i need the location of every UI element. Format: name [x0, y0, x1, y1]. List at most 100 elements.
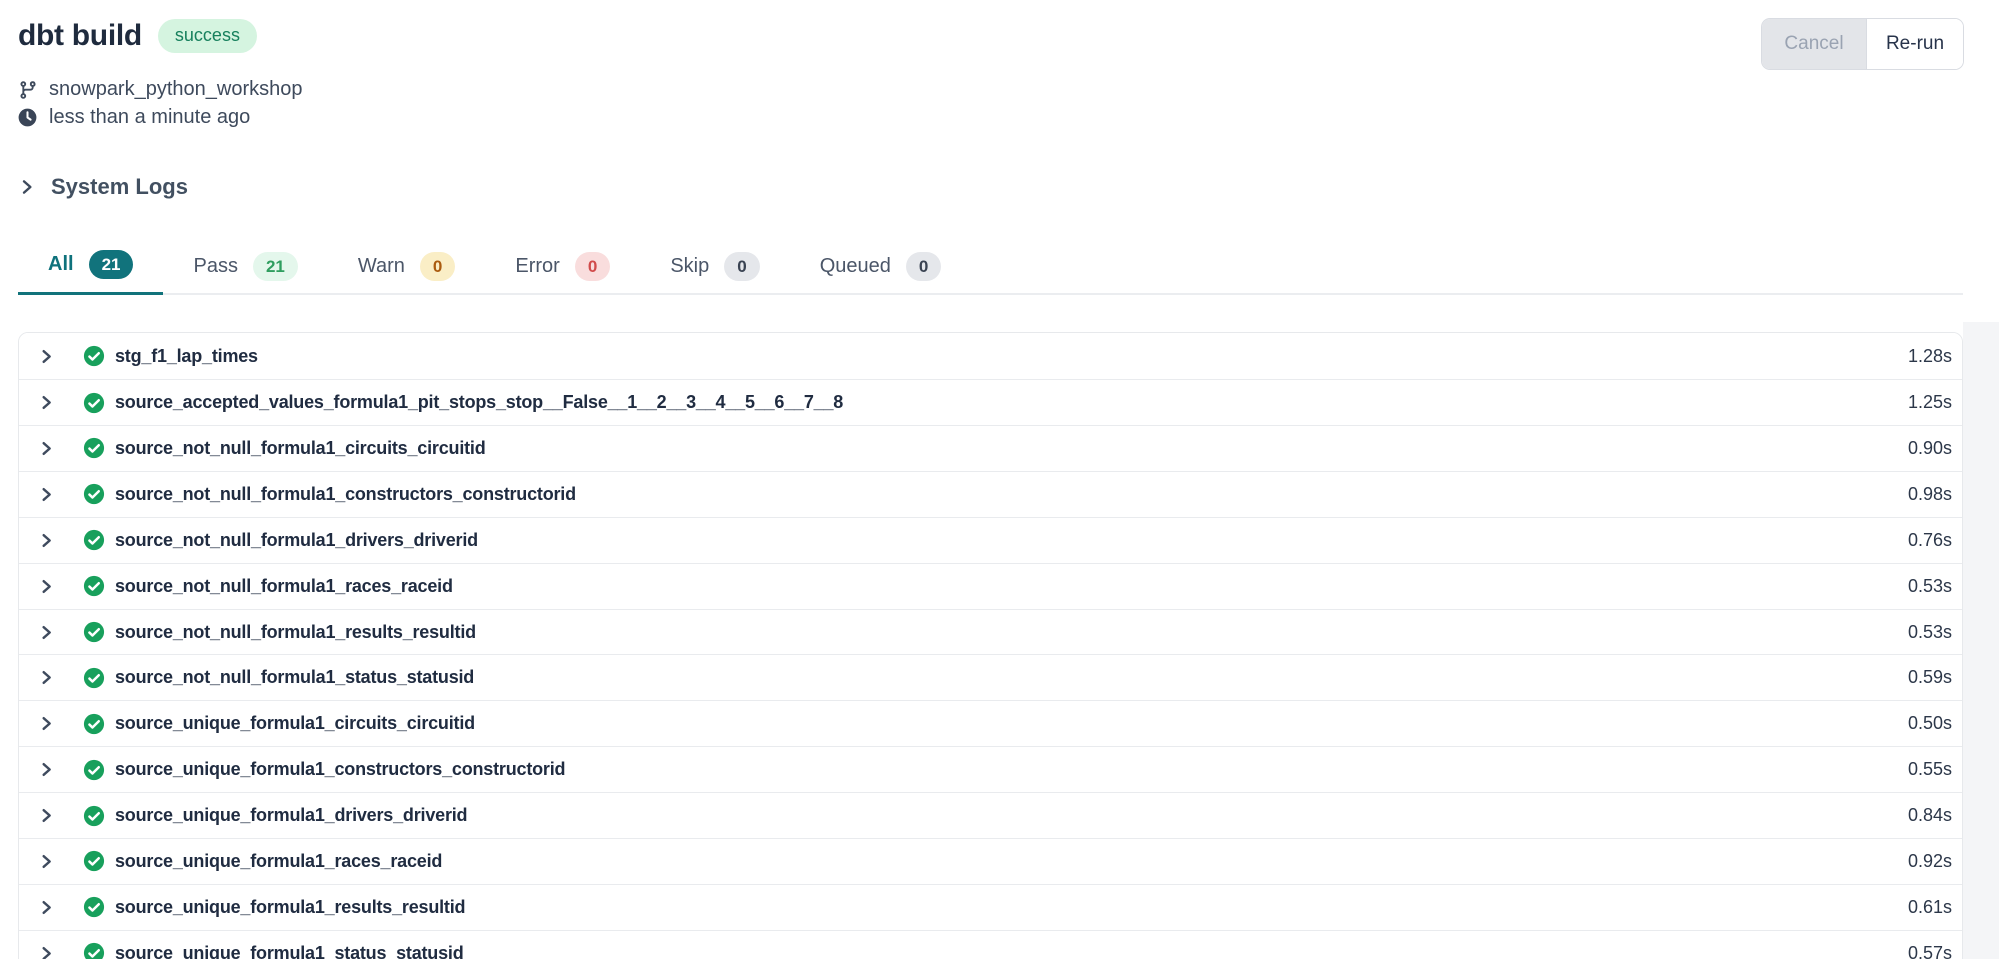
expand-chevron-icon[interactable]: [35, 713, 57, 735]
result-name: source_not_null_formula1_races_raceid: [115, 576, 453, 597]
status-tabs: All 21 Pass 21 Warn 0 Error 0 Skip 0 Que…: [18, 240, 1963, 295]
result-name: stg_f1_lap_times: [115, 346, 258, 367]
result-duration: 0.55s: [1908, 759, 1952, 780]
system-logs-toggle[interactable]: System Logs: [18, 174, 188, 200]
tab-pass[interactable]: Pass 21: [163, 240, 327, 295]
expand-chevron-icon[interactable]: [35, 345, 57, 367]
results-list: stg_f1_lap_times 1.28s source_accepted_v…: [18, 332, 1963, 959]
tab-error[interactable]: Error 0: [485, 240, 640, 295]
success-check-icon: [83, 942, 105, 959]
expand-chevron-icon[interactable]: [35, 667, 57, 689]
scrollbar-track: [1963, 322, 1999, 959]
success-check-icon: [83, 437, 105, 459]
success-check-icon: [83, 805, 105, 827]
expand-chevron-icon[interactable]: [35, 483, 57, 505]
result-name: source_not_null_formula1_status_statusid: [115, 667, 474, 688]
tab-skip[interactable]: Skip 0: [640, 240, 789, 295]
status-badge: success: [158, 19, 257, 53]
expand-chevron-icon[interactable]: [35, 850, 57, 872]
tab-error-label: Error: [515, 255, 559, 278]
time-ago: less than a minute ago: [49, 106, 250, 129]
tab-all[interactable]: All 21: [18, 240, 163, 295]
expand-chevron-icon[interactable]: [35, 437, 57, 459]
success-check-icon: [83, 713, 105, 735]
tab-queued-label: Queued: [820, 255, 891, 278]
run-header: dbt build success Cancel Re-run: [18, 0, 1963, 69]
rerun-button[interactable]: Re-run: [1866, 19, 1963, 69]
expand-chevron-icon[interactable]: [35, 896, 57, 918]
success-check-icon: [83, 621, 105, 643]
success-check-icon: [83, 529, 105, 551]
expand-chevron-icon[interactable]: [35, 529, 57, 551]
result-name: source_unique_formula1_constructors_cons…: [115, 759, 565, 780]
cancel-button[interactable]: Cancel: [1762, 19, 1866, 69]
tab-skip-count-badge: 0: [724, 252, 759, 281]
result-row[interactable]: source_not_null_formula1_results_resulti…: [19, 609, 1962, 655]
expand-chevron-icon[interactable]: [35, 805, 57, 827]
expand-chevron-icon[interactable]: [35, 575, 57, 597]
result-duration: 0.53s: [1908, 576, 1952, 597]
result-name: source_unique_formula1_circuits_circuiti…: [115, 713, 475, 734]
success-check-icon: [83, 850, 105, 872]
result-duration: 0.53s: [1908, 622, 1952, 643]
result-name: source_not_null_formula1_results_resulti…: [115, 622, 476, 643]
result-row[interactable]: source_unique_formula1_circuits_circuiti…: [19, 700, 1962, 746]
result-row[interactable]: source_unique_formula1_races_raceid 0.92…: [19, 838, 1962, 884]
clock-icon: [18, 108, 38, 128]
success-check-icon: [83, 483, 105, 505]
git-branch-icon: [18, 80, 38, 100]
result-row[interactable]: source_accepted_values_formula1_pit_stop…: [19, 379, 1962, 425]
result-row[interactable]: source_unique_formula1_results_resultid …: [19, 884, 1962, 930]
result-name: source_not_null_formula1_drivers_driveri…: [115, 530, 478, 551]
tab-pass-label: Pass: [193, 255, 237, 278]
system-logs-label: System Logs: [51, 174, 188, 200]
result-row[interactable]: source_not_null_formula1_drivers_driveri…: [19, 517, 1962, 563]
tab-all-label: All: [48, 253, 74, 276]
result-row[interactable]: source_unique_formula1_constructors_cons…: [19, 746, 1962, 792]
result-duration: 0.92s: [1908, 851, 1952, 872]
success-check-icon: [83, 392, 105, 414]
result-row[interactable]: stg_f1_lap_times 1.28s: [19, 333, 1962, 379]
result-duration: 0.50s: [1908, 713, 1952, 734]
success-check-icon: [83, 759, 105, 781]
result-duration: 0.84s: [1908, 805, 1952, 826]
result-name: source_accepted_values_formula1_pit_stop…: [115, 392, 843, 413]
tab-skip-label: Skip: [670, 255, 709, 278]
branch-row: snowpark_python_workshop: [18, 78, 1963, 101]
result-row[interactable]: source_unique_formula1_drivers_driverid …: [19, 792, 1962, 838]
result-name: source_not_null_formula1_constructors_co…: [115, 484, 576, 505]
expand-chevron-icon[interactable]: [35, 392, 57, 414]
result-row[interactable]: source_unique_formula1_status_statusid 0…: [19, 930, 1962, 959]
expand-chevron-icon[interactable]: [35, 621, 57, 643]
tab-warn[interactable]: Warn 0: [328, 240, 486, 295]
result-duration: 0.90s: [1908, 438, 1952, 459]
result-name: source_unique_formula1_status_statusid: [115, 943, 464, 959]
result-name: source_unique_formula1_drivers_driverid: [115, 805, 467, 826]
success-check-icon: [83, 667, 105, 689]
result-row[interactable]: source_not_null_formula1_circuits_circui…: [19, 425, 1962, 471]
result-duration: 0.61s: [1908, 897, 1952, 918]
chevron-right-icon: [18, 178, 36, 196]
tab-pass-count-badge: 21: [253, 252, 298, 281]
page-title: dbt build: [18, 19, 142, 53]
result-name: source_unique_formula1_races_raceid: [115, 851, 442, 872]
tab-warn-count-badge: 0: [420, 252, 455, 281]
tab-queued-count-badge: 0: [906, 252, 941, 281]
branch-name: snowpark_python_workshop: [49, 78, 303, 101]
tab-queued[interactable]: Queued 0: [790, 240, 972, 295]
result-duration: 0.76s: [1908, 530, 1952, 551]
result-row[interactable]: source_not_null_formula1_constructors_co…: [19, 471, 1962, 517]
result-duration: 0.98s: [1908, 484, 1952, 505]
success-check-icon: [83, 896, 105, 918]
result-duration: 0.57s: [1908, 943, 1952, 959]
success-check-icon: [83, 345, 105, 367]
result-duration: 0.59s: [1908, 667, 1952, 688]
result-row[interactable]: source_not_null_formula1_status_statusid…: [19, 654, 1962, 700]
result-name: source_unique_formula1_results_resultid: [115, 897, 465, 918]
expand-chevron-icon[interactable]: [35, 942, 57, 959]
result-duration: 1.28s: [1908, 346, 1952, 367]
result-row[interactable]: source_not_null_formula1_races_raceid 0.…: [19, 563, 1962, 609]
expand-chevron-icon[interactable]: [35, 759, 57, 781]
tab-warn-label: Warn: [358, 255, 405, 278]
result-name: source_not_null_formula1_circuits_circui…: [115, 438, 486, 459]
